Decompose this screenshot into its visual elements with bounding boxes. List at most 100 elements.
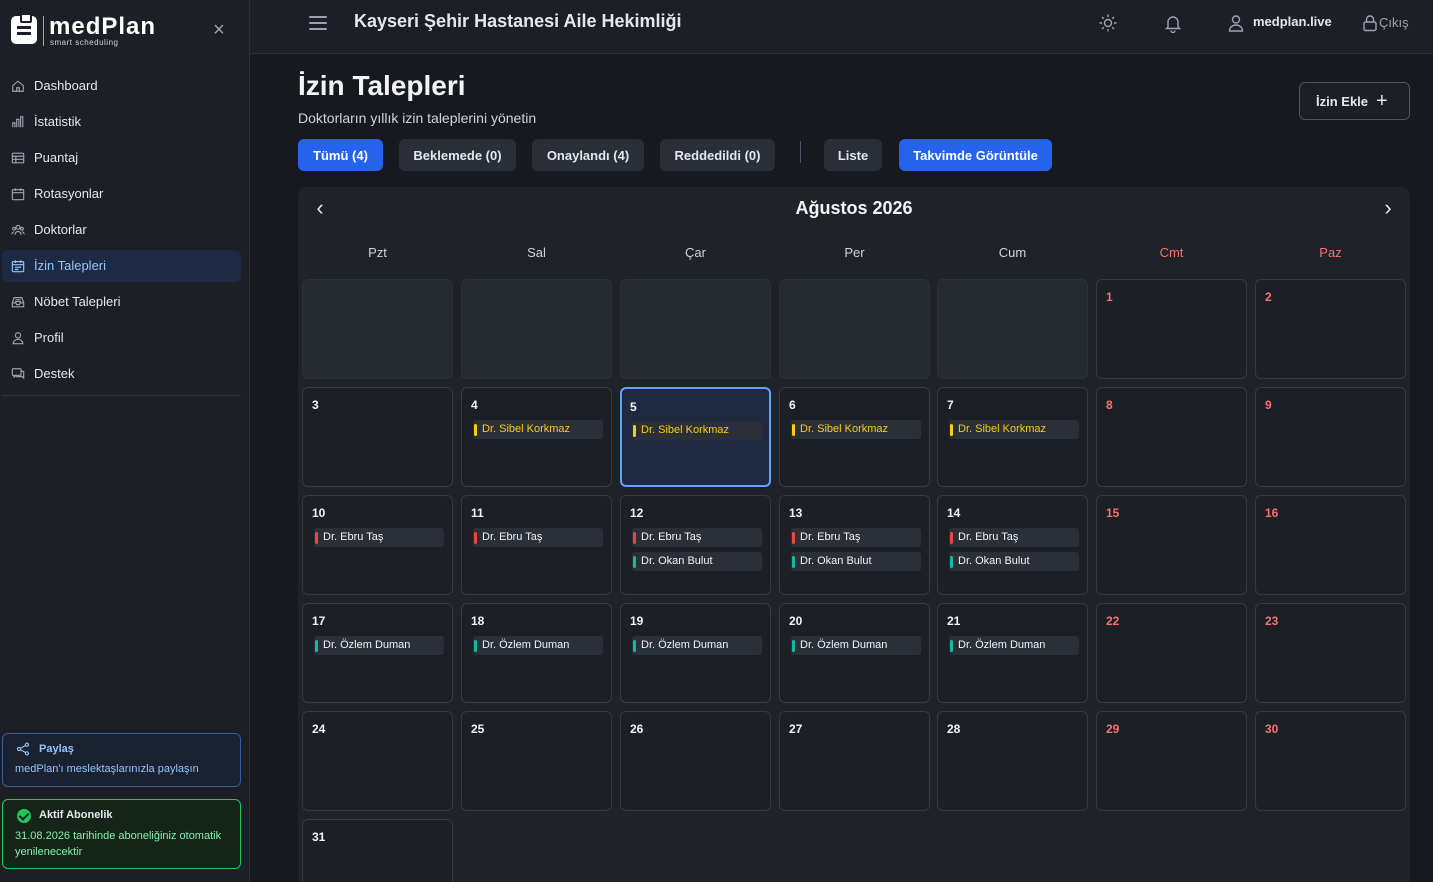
leave-event[interactable]: Dr. Ebru Taş: [632, 528, 762, 547]
leave-event[interactable]: Dr. Ebru Taş: [949, 528, 1079, 547]
leave-event[interactable]: Dr. Özlem Duman: [632, 636, 762, 655]
sidebar-item-doctors[interactable]: Doktorlar: [2, 214, 241, 246]
sidebar-item-label: Puantaj: [34, 150, 79, 165]
calendar-day-cell[interactable]: 7 Dr. Sibel Korkmaz: [937, 387, 1088, 487]
filter-pending-button[interactable]: Beklemede (0): [399, 139, 516, 171]
calendar-day-cell[interactable]: 11 Dr. Ebru Taş: [461, 495, 612, 595]
leave-event[interactable]: Dr. Özlem Duman: [949, 636, 1079, 655]
menu-icon[interactable]: [309, 16, 327, 30]
calendar-day-cell[interactable]: 25: [461, 711, 612, 811]
clipboard-logo-icon: [11, 13, 37, 44]
sun-icon[interactable]: [1098, 13, 1118, 33]
calendar-day-cell[interactable]: 31: [302, 819, 453, 882]
calendar-day-cell[interactable]: 29: [1096, 711, 1247, 811]
filter-all-button[interactable]: Tümü (4): [298, 139, 383, 171]
calendar-day-cell[interactable]: 27: [779, 711, 930, 811]
calendar-day-cell[interactable]: 17 Dr. Özlem Duman: [302, 603, 453, 703]
sidebar-item-dashboard[interactable]: Dashboard: [2, 70, 241, 102]
leave-event[interactable]: Dr. Sibel Korkmaz: [949, 420, 1079, 439]
calendar-day-cell[interactable]: 15: [1096, 495, 1247, 595]
leave-event[interactable]: Dr. Okan Bulut: [949, 552, 1079, 571]
leave-event[interactable]: Dr. Ebru Taş: [473, 528, 603, 547]
day-number: 4: [471, 398, 478, 412]
user-icon[interactable]: [1226, 13, 1246, 33]
sidebar-item-rotations[interactable]: Rotasyonlar: [2, 178, 241, 210]
user-name[interactable]: medplan.live: [1253, 14, 1332, 29]
calendar-day-cell[interactable]: 24: [302, 711, 453, 811]
sidebar: medPlan smart scheduling × Dashboard İst…: [0, 0, 250, 882]
calendar-day-cell[interactable]: 28: [937, 711, 1088, 811]
calendar-day-cell[interactable]: 16: [1255, 495, 1406, 595]
share-icon: [16, 742, 30, 756]
sidebar-item-leave-requests[interactable]: İzin Talepleri: [2, 250, 241, 282]
filter-approved-button[interactable]: Onaylandı (4): [532, 139, 644, 171]
leave-event[interactable]: Dr. Ebru Taş: [314, 528, 444, 547]
leave-event[interactable]: Dr. Özlem Duman: [314, 636, 444, 655]
calendar-day-cell[interactable]: 26: [620, 711, 771, 811]
calendar-day-cell[interactable]: 13 Dr. Ebru Taş Dr. Okan Bulut: [779, 495, 930, 595]
share-title: Paylaş: [39, 743, 74, 755]
filter-divider: [800, 141, 801, 163]
day-number: 23: [1265, 614, 1279, 628]
logo[interactable]: medPlan smart scheduling ×: [11, 13, 241, 48]
calendar-day-cell[interactable]: 1: [1096, 279, 1247, 379]
leave-event[interactable]: Dr. Özlem Duman: [791, 636, 921, 655]
calendar-day-cell[interactable]: 21 Dr. Özlem Duman: [937, 603, 1088, 703]
leave-event[interactable]: Dr. Özlem Duman: [473, 636, 603, 655]
day-number: 26: [630, 722, 644, 736]
calendar-day-cell[interactable]: 19 Dr. Özlem Duman: [620, 603, 771, 703]
calendar-day-cell[interactable]: 9: [1255, 387, 1406, 487]
plus-icon: +: [1376, 90, 1388, 112]
calendar-day-cell[interactable]: 14 Dr. Ebru Taş Dr. Okan Bulut: [937, 495, 1088, 595]
logout-link[interactable]: Çıkış: [1379, 15, 1409, 30]
user-icon: [12, 332, 24, 345]
weekday-header: Cmt: [1159, 245, 1184, 260]
calendar-day-cell-today[interactable]: 5 Dr. Sibel Korkmaz: [620, 387, 771, 487]
leave-event[interactable]: Dr. Sibel Korkmaz: [632, 421, 762, 440]
lock-icon[interactable]: [1362, 14, 1378, 32]
logo-subtitle: smart scheduling: [50, 38, 119, 47]
calendar-day-cell[interactable]: 6 Dr. Sibel Korkmaz: [779, 387, 930, 487]
leave-event[interactable]: Dr. Sibel Korkmaz: [791, 420, 921, 439]
sidebar-item-label: İstatistik: [34, 114, 81, 129]
add-leave-button[interactable]: İzin Ekle +: [1299, 82, 1410, 120]
calendar-day-cell[interactable]: 18 Dr. Özlem Duman: [461, 603, 612, 703]
calendar-day-cell[interactable]: 8: [1096, 387, 1247, 487]
calendar-day-cell[interactable]: 30: [1255, 711, 1406, 811]
sidebar-item-shift-requests[interactable]: Nöbet Talepleri: [2, 286, 241, 318]
sidebar-item-statistics[interactable]: İstatistik: [2, 106, 241, 138]
filter-rejected-button[interactable]: Reddedildi (0): [660, 139, 775, 171]
day-number: 1: [1106, 290, 1113, 304]
share-description: medPlan'ı meslektaşlarınızla paylaşın: [15, 763, 199, 775]
calendar-day-cell[interactable]: 10 Dr. Ebru Taş: [302, 495, 453, 595]
day-number: 12: [630, 506, 644, 520]
sidebar-item-puantaj[interactable]: Puantaj: [2, 142, 241, 174]
day-number: 14: [947, 506, 961, 520]
subscription-card: Aktif Abonelik 31.08.2026 tarihinde abon…: [2, 799, 241, 869]
leave-event[interactable]: Dr. Okan Bulut: [632, 552, 762, 571]
calendar-day-cell[interactable]: 4 Dr. Sibel Korkmaz: [461, 387, 612, 487]
calendar-day-cell[interactable]: 12 Dr. Ebru Taş Dr. Okan Bulut: [620, 495, 771, 595]
day-number: 30: [1265, 722, 1279, 736]
sidebar-item-support[interactable]: Destek: [2, 358, 241, 390]
sidebar-item-profile[interactable]: Profil: [2, 322, 241, 354]
calendar-month-title: Ağustos 2026: [795, 198, 913, 218]
list-view-button[interactable]: Liste: [824, 139, 882, 171]
calendar-view-button[interactable]: Takvimde Görüntüle: [899, 139, 1052, 171]
calendar-day-cell[interactable]: 2: [1255, 279, 1406, 379]
close-sidebar-icon[interactable]: ×: [211, 19, 227, 41]
logo-separator: [43, 16, 44, 46]
day-number: 8: [1106, 398, 1113, 412]
chevron-right-icon[interactable]: ›: [1378, 197, 1398, 219]
share-card[interactable]: Paylaş medPlan'ı meslektaşlarınızla payl…: [2, 733, 241, 787]
calendar-day-cell[interactable]: 23: [1255, 603, 1406, 703]
leave-event[interactable]: Dr. Sibel Korkmaz: [473, 420, 603, 439]
calendar-day-cell[interactable]: 22: [1096, 603, 1247, 703]
leave-event[interactable]: Dr. Ebru Taş: [791, 528, 921, 547]
bell-icon[interactable]: [1163, 13, 1183, 33]
weekday-header: Paz: [1319, 245, 1342, 260]
leave-event[interactable]: Dr. Okan Bulut: [791, 552, 921, 571]
day-number: 16: [1265, 506, 1279, 520]
calendar-day-cell[interactable]: 3: [302, 387, 453, 487]
calendar-day-cell[interactable]: 20 Dr. Özlem Duman: [779, 603, 930, 703]
